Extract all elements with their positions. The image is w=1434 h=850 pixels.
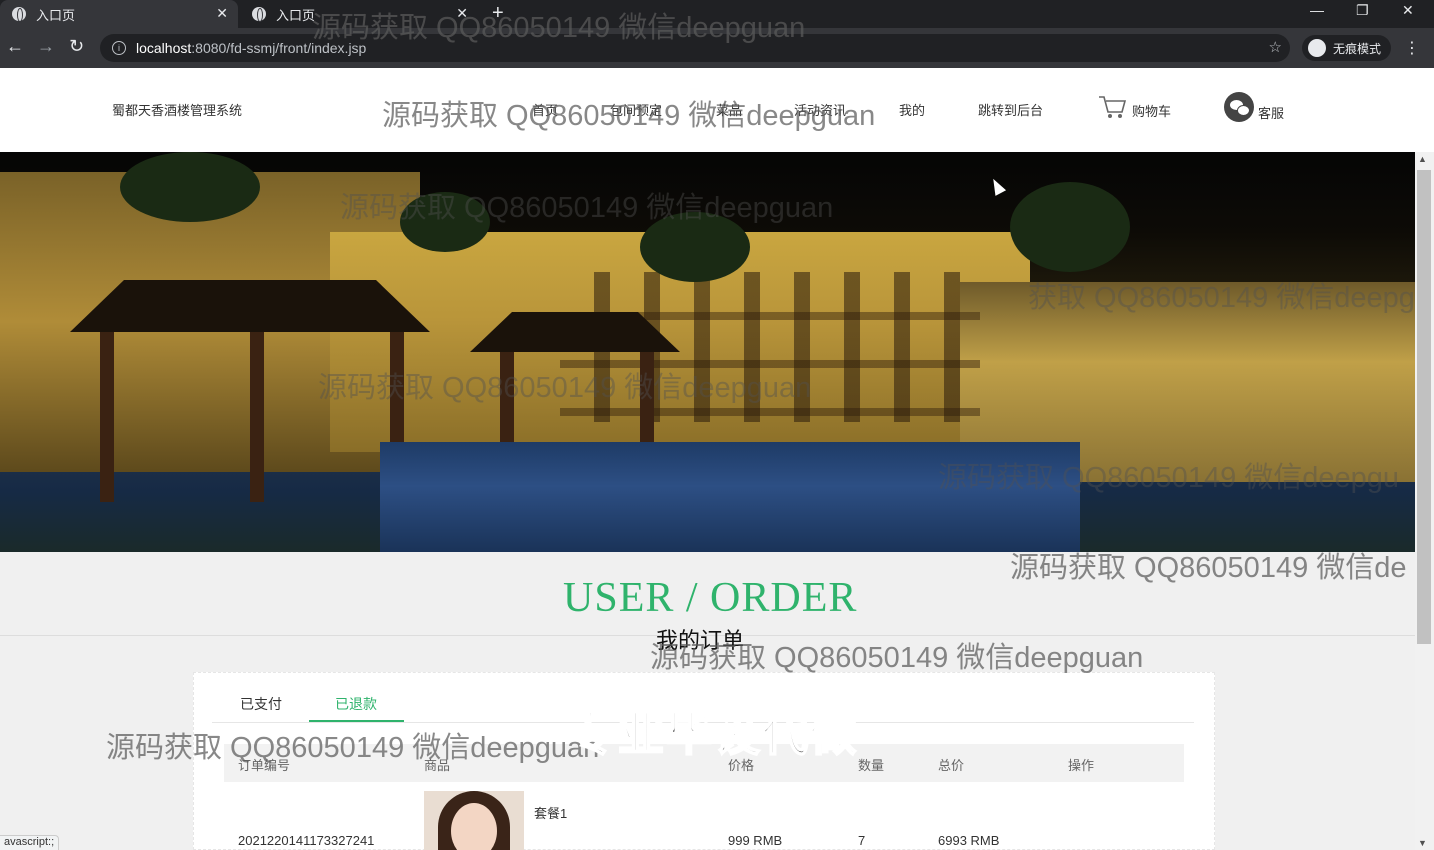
back-button[interactable]: ← [6,36,24,57]
portrait-face [451,803,497,850]
palm-tree [640,212,750,282]
col-order-no: 订单编号 [238,758,291,773]
col-total: 总价 [938,758,965,773]
pool [380,442,1080,552]
scrollbar-thumb[interactable] [1417,170,1431,644]
browser-toolbar: ← → ↻ i localhost :8080/fd-ssmj/front/in… [0,28,1434,68]
site-brand[interactable]: 蜀都天香酒楼管理系统 [112,100,242,119]
section-title-cn: 我的订单 [656,628,745,653]
tab-title: 入口页 [276,7,316,23]
site-info-icon[interactable]: i [112,41,126,55]
cell-price: 999 RMB [728,833,783,848]
globe-icon [12,7,26,22]
globe-icon [252,7,266,22]
tab-title: 入口页 [36,7,76,23]
nav-room-booking[interactable]: 包间预定 [610,100,662,119]
section-title-en: USER / ORDER [563,575,858,621]
scroll-down-arrow-icon[interactable]: ▼ [1418,838,1427,848]
window-close-button[interactable]: ✕ [1402,2,1414,19]
browser-menu-icon[interactable]: ⋮ [1404,38,1420,58]
cell-total: 6993 RMB [938,833,1000,848]
product-thumbnail[interactable] [424,791,524,850]
palm-tree [120,152,260,222]
nav-news[interactable]: 活动资讯 [794,100,846,119]
gazebo-roof [70,280,430,332]
scroll-up-arrow-icon[interactable]: ▲ [1418,154,1427,164]
hero-banner-image [0,152,1415,552]
close-tab-icon[interactable]: ✕ [456,5,468,22]
nav-dishes[interactable]: 菜品 [716,100,742,119]
browser-tab-2[interactable]: 入口页 ✕ [240,0,478,28]
gazebo-pillar [250,332,264,502]
service-label: 客服 [1258,106,1285,121]
browser-tab-1[interactable]: 入口页 ✕ [0,0,238,28]
forward-button[interactable]: → [37,36,55,57]
tab-refunded[interactable]: 已退款 [335,694,377,714]
nav-admin[interactable]: 跳转到后台 [978,100,1043,119]
cart-icon [1099,96,1126,118]
minimize-button[interactable]: — [1310,2,1324,18]
col-action: 操作 [1068,758,1095,773]
nav-home[interactable]: 首页 [532,100,558,119]
col-product: 商品 [424,758,451,773]
url-host: localhost [136,40,192,56]
cell-product-name[interactable]: 套餐1 [534,803,567,822]
palm-tree [1010,182,1130,272]
cell-order-no: 2021220141173327241 [238,833,375,848]
gazebo-pillar [100,332,114,502]
bookmark-star-icon[interactable]: ☆ [1269,38,1282,56]
cart-link[interactable]: 购物车 [1098,94,1171,120]
cart-label: 购物车 [1132,104,1172,119]
incognito-icon [1308,39,1326,57]
restore-button[interactable]: ❐ [1356,2,1369,19]
cell-qty: 7 [858,833,866,848]
wechat-icon [1224,92,1254,122]
customer-service-link[interactable]: 客服 [1224,92,1284,122]
reload-button[interactable]: ↻ [69,36,84,57]
watermark-banner: 专业毕设代做 [569,707,858,761]
incognito-indicator[interactable]: 无痕模式 [1302,35,1392,61]
link-status-bar: avascript:; [0,835,60,850]
incognito-label: 无痕模式 [1333,41,1382,56]
active-tab-indicator [309,720,404,722]
tab-paid[interactable]: 已支付 [240,694,282,714]
col-qty: 数量 [858,758,885,773]
site-header: 蜀都天香酒楼管理系统 首页 包间预定 菜品 活动资讯 我的 跳转到后台 购物车 … [0,68,1434,152]
browser-tab-bar: 入口页 ✕ 入口页 ✕ + — ❐ ✕ [0,0,1434,28]
new-tab-button[interactable]: + [492,2,504,25]
palm-tree [400,192,490,252]
close-tab-icon[interactable]: ✕ [216,5,228,22]
url-path: :8080/fd-ssmj/front/index.jsp [191,40,367,56]
nav-mine[interactable]: 我的 [899,100,925,119]
address-bar[interactable]: i localhost :8080/fd-ssmj/front/index.js… [100,34,1290,62]
